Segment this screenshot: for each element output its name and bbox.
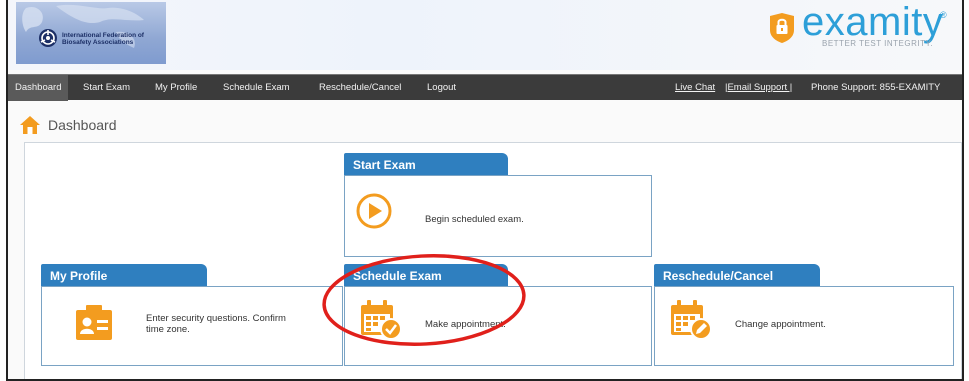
start-exam-card-title[interactable]: Start Exam — [344, 153, 508, 177]
nav-schedule-exam[interactable]: Schedule Exam — [216, 75, 297, 101]
start-exam-card-text: Begin scheduled exam. — [425, 214, 524, 225]
nav-start-exam[interactable]: Start Exam — [76, 75, 137, 101]
org-logo[interactable]: International Federation of Biosafety As… — [16, 2, 166, 64]
org-logo-text: International Federation of Biosafety As… — [62, 32, 144, 46]
id-card-icon — [76, 305, 112, 340]
calendar-check-icon — [361, 300, 402, 340]
my-profile-card-title[interactable]: My Profile — [41, 264, 207, 288]
main-nav: Dashboard Start Exam My Profile Schedule… — [8, 74, 962, 101]
start-exam-card-body[interactable]: Begin scheduled exam. — [344, 175, 652, 257]
nav-logout[interactable]: Logout — [420, 75, 463, 101]
nav-my-profile[interactable]: My Profile — [148, 75, 204, 101]
schedule-exam-card-title[interactable]: Schedule Exam — [344, 264, 508, 288]
live-chat-link[interactable]: Live Chat — [668, 75, 722, 101]
registered-mark: ® — [940, 10, 947, 20]
nav-reschedule-cancel[interactable]: Reschedule/Cancel — [312, 75, 408, 101]
nav-dashboard[interactable]: Dashboard — [8, 75, 69, 101]
schedule-exam-card-body[interactable]: Make appointment. — [344, 286, 652, 366]
biohazard-icon — [39, 29, 57, 47]
examity-logo[interactable]: examity ® BETTER TEST INTEGRITY. — [762, 0, 952, 56]
reschedule-cancel-card-body[interactable]: Change appointment. — [654, 286, 954, 366]
home-icon — [20, 116, 40, 134]
header: International Federation of Biosafety As… — [8, 0, 962, 70]
phone-support-text: Phone Support: 855-EXAMITY — [811, 82, 941, 93]
my-profile-card-body[interactable]: Enter security questions. Confirm time z… — [41, 286, 343, 366]
page-title-text: Dashboard — [48, 117, 117, 133]
email-support-link[interactable]: |Email Support | — [718, 75, 799, 101]
my-profile-card-text: Enter security questions. Confirm time z… — [146, 313, 286, 335]
play-icon — [356, 193, 392, 229]
app-window: International Federation of Biosafety As… — [6, 0, 964, 381]
reschedule-cancel-card-title[interactable]: Reschedule/Cancel — [654, 264, 820, 288]
lock-shield-icon — [770, 13, 794, 43]
schedule-exam-card-text: Make appointment. — [425, 319, 506, 330]
reschedule-cancel-card-text: Change appointment. — [735, 319, 826, 330]
calendar-edit-icon — [671, 300, 712, 340]
brand-tagline: BETTER TEST INTEGRITY. — [822, 39, 934, 48]
